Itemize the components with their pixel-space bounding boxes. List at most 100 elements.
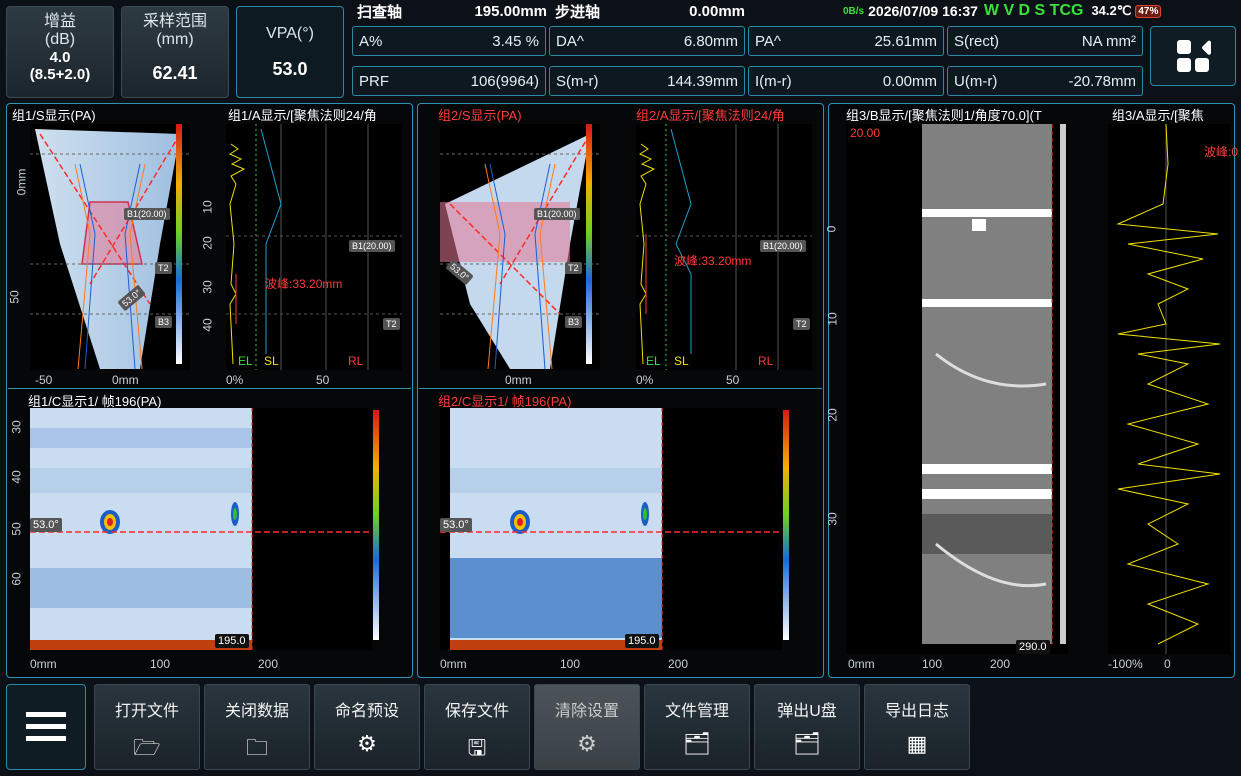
close-data-label: 关闭数据 <box>224 703 289 720</box>
reading-i-mr: I(m-r) 0.00mm <box>748 66 944 96</box>
open-file-label: 打开文件 <box>114 703 179 720</box>
reading-value: -20.78mm <box>1068 72 1136 90</box>
g1-a-title: 组1/A显示/[聚焦法则24/角 <box>228 108 377 123</box>
peak-readout: 波峰:33.20mm <box>265 277 343 291</box>
c-angle-label: 53.0° <box>30 518 62 532</box>
reading-value: 6.80mm <box>683 32 738 50</box>
gear-clear-icon: ⚙ <box>577 731 597 756</box>
reading-key: DA^ <box>556 32 584 50</box>
a-x-50: 50 <box>316 373 330 387</box>
reading-value: 25.61mm <box>874 32 937 50</box>
g2-s-x-0: 0mm <box>505 373 532 387</box>
reading-da: DA^ 6.80mm <box>549 26 745 56</box>
s-depth-0: 0mm <box>14 168 29 196</box>
eject-usb-label: 弹出U盘 <box>777 703 837 720</box>
sl-label: SL <box>264 354 279 368</box>
data-rate: 0B/s <box>843 5 865 17</box>
g2-c-scan-view[interactable] <box>440 408 782 650</box>
file-manage-button[interactable]: 文件管理 🗂 <box>644 684 750 770</box>
export-log-button[interactable]: 导出日志 ▦ <box>864 684 970 770</box>
scan-axis-value: 195.00mm <box>474 2 547 20</box>
a-scan-waveform <box>1116 123 1221 654</box>
vpa-value: 53.0 <box>272 59 308 79</box>
b-scan-image <box>922 124 1066 644</box>
b-y-10: 10 <box>825 312 840 326</box>
range-control[interactable]: 采样范围 (mm) 62.41 <box>121 6 229 98</box>
clear-settings-label: 清除设置 <box>554 703 619 720</box>
g1-c-scan-view[interactable] <box>30 408 372 650</box>
g2-b1-marker: B1(20.00) <box>534 208 580 220</box>
range-value: 62.41 <box>152 63 198 83</box>
open-file-icon: 🗁 <box>133 735 161 760</box>
save-file-icon: 🖫 <box>467 735 487 760</box>
el-label: EL <box>238 354 253 368</box>
b-scan-pos: 290.0 <box>1016 640 1050 654</box>
close-data-button[interactable]: 关闭数据 🗀 <box>204 684 310 770</box>
file-manage-label: 文件管理 <box>664 703 729 720</box>
c-x-200: 200 <box>258 657 279 671</box>
reading-prf: PRF 106(9964) <box>352 66 546 96</box>
g3-peak-readout: 波峰:0 <box>1204 145 1239 159</box>
g2-c-scan-pos: 195.0 <box>625 634 659 648</box>
gear-upload-icon: ⚙ <box>357 731 377 756</box>
reading-pa: PA^ 25.61mm <box>748 26 944 56</box>
a3-x-0: 0 <box>1164 657 1171 671</box>
a-t2-marker: T2 <box>383 318 400 330</box>
g2-divider <box>419 388 822 389</box>
status-flags: W V D S TCG <box>983 2 1084 19</box>
main-menu-button[interactable] <box>6 684 86 770</box>
g2-s-colorbar <box>586 124 592 364</box>
name-preset-button[interactable]: 命名预设 ⚙ <box>314 684 420 770</box>
close-data-icon: 🗀 <box>245 735 268 760</box>
g2-peak-readout: 波峰:33.20mm <box>674 254 752 268</box>
g2-rl-label: RL <box>758 354 774 368</box>
c-scan-image <box>440 408 782 650</box>
a3-x-neg100: -100% <box>1108 657 1143 671</box>
gain-value: 4.0 <box>49 49 71 66</box>
a-depth-30: 30 <box>200 280 215 294</box>
gain-control[interactable]: 增益 (dB) 4.0 (8.5+2.0) <box>6 6 114 98</box>
layout-grid-button[interactable] <box>1150 26 1236 86</box>
g3-b-scan-view[interactable] <box>846 124 1068 654</box>
g3-a-scan-view[interactable] <box>1108 123 1230 654</box>
reading-key: PRF <box>359 72 389 90</box>
g2-c-colorbar <box>783 410 789 640</box>
reading-key: U(m-r) <box>954 72 998 90</box>
export-log-label: 导出日志 <box>884 703 949 720</box>
layout-grid-icon <box>1177 40 1211 72</box>
reading-value: 3.45 % <box>492 32 539 50</box>
c-y-50: 50 <box>9 522 24 536</box>
reading-key: S(m-r) <box>556 72 599 90</box>
g2-s-scan-view[interactable] <box>440 124 600 370</box>
save-file-button[interactable]: 保存文件 🖫 <box>424 684 530 770</box>
g2-c-x-0: 0mm <box>440 657 467 671</box>
g2-el-label: EL <box>646 354 661 368</box>
scan-axis-label: 扫查轴 <box>357 3 403 21</box>
b-x-200: 200 <box>990 657 1011 671</box>
reading-value: 144.39mm <box>667 72 738 90</box>
rl-label: RL <box>348 354 364 368</box>
g3-a-title: 组3/A显示/[聚焦 <box>1112 108 1204 123</box>
reading-key: PA^ <box>755 32 781 50</box>
vpa-control[interactable]: VPA(°) 53.0 <box>236 6 344 98</box>
b-x-100: 100 <box>922 657 943 671</box>
g1-divider <box>8 388 411 389</box>
s-scan-image <box>440 133 600 370</box>
eject-usb-button[interactable]: 弹出U盘 🗂 <box>754 684 860 770</box>
c-x-0: 0mm <box>30 657 57 671</box>
a-depth-10: 10 <box>200 200 215 214</box>
b3-marker: B3 <box>155 316 173 328</box>
open-file-button[interactable]: 打开文件 🗁 <box>94 684 200 770</box>
c-y-40: 40 <box>9 470 24 484</box>
reading-value: 0.00mm <box>882 72 937 90</box>
g1-s-scan-view[interactable] <box>30 124 190 370</box>
gain-label: 增益 <box>43 13 76 30</box>
gain-sub: (8.5+2.0) <box>29 66 91 83</box>
t2-marker: T2 <box>155 262 172 274</box>
b-x-0: 0mm <box>848 657 875 671</box>
save-file-label: 保存文件 <box>444 703 509 720</box>
gain-unit: (dB) <box>44 31 76 48</box>
clear-settings-button[interactable]: 清除设置 ⚙ <box>534 684 640 770</box>
g2-c-x-100: 100 <box>560 657 581 671</box>
reading-key: S(rect) <box>954 32 999 50</box>
